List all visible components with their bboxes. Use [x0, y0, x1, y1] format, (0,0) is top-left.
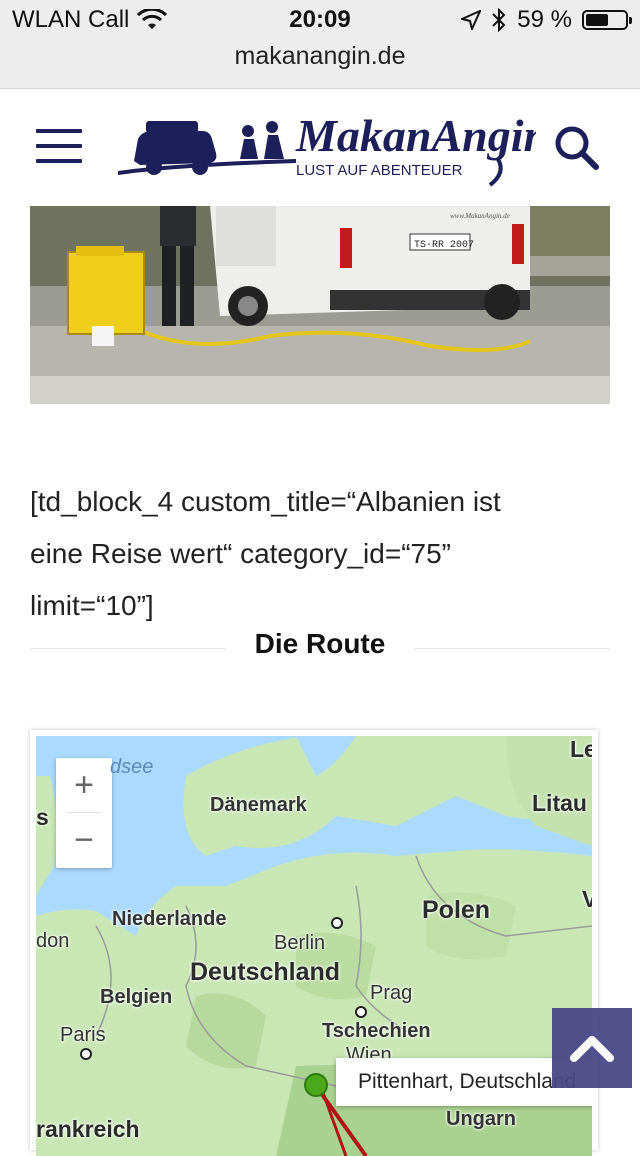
logo-tagline: LUST AUF ABENTEUER — [296, 162, 463, 179]
scroll-top-button[interactable] — [552, 1008, 632, 1088]
url-bar[interactable]: makanangin.de — [0, 42, 640, 71]
map-label-le: Le — [570, 736, 592, 762]
route-map[interactable]: + − dsee Dänemark Litau Le s V Niederlan… — [36, 736, 592, 1156]
zoom-in-button[interactable]: + — [56, 758, 112, 812]
site-logo[interactable]: MakanAngin LUST AUF ABENTEUER — [116, 103, 536, 193]
hero-image: TS·RR 2007 www.MakanAngin.de — [30, 206, 610, 404]
battery-icon — [582, 10, 632, 30]
map-label-berlin: Berlin — [274, 932, 326, 954]
van-text: www.MakanAngin.de — [450, 212, 510, 220]
map-label-nordsee: dsee — [110, 756, 154, 778]
section-heading: Die Route — [30, 624, 610, 670]
map-label-polen: Polen — [422, 896, 491, 924]
battery-percent: 59 % — [517, 6, 572, 33]
section-title: Die Route — [254, 628, 386, 659]
status-bar: WLAN Call 20:09 59 % makanangin.de — [0, 0, 640, 89]
map-label-deutschland: Deutschland — [190, 958, 341, 986]
map-label-s: s — [36, 804, 49, 830]
map-label-tschechien: Tschechien — [322, 1020, 431, 1042]
map-frame: + − dsee Dänemark Litau Le s V Niederlan… — [30, 730, 598, 1156]
map-label-daenemark: Dänemark — [210, 794, 307, 816]
map-label-belgien: Belgien — [100, 986, 173, 1008]
map-label-frankreich: rankreich — [36, 1116, 140, 1142]
map-label-litau: Litau — [532, 790, 587, 816]
zoom-out-button[interactable]: − — [56, 813, 112, 867]
bluetooth-icon — [492, 8, 506, 32]
chevron-up-icon — [570, 1036, 614, 1062]
map-label-prag: Prag — [370, 982, 413, 1004]
map-label-paris: Paris — [60, 1024, 106, 1046]
hamburger-icon[interactable] — [36, 129, 82, 163]
map-label-ungarn: Ungarn — [446, 1108, 516, 1130]
map-label-london: don — [36, 930, 70, 952]
site-header: MakanAngin LUST AUF ABENTEUER — [0, 89, 640, 205]
shortcode-line-2: eine Reise wert“ category_id=“75” — [30, 538, 451, 569]
search-icon[interactable] — [552, 123, 600, 171]
status-right: 59 % — [461, 6, 632, 34]
shortcode-line-1: [td_block_4 custom_title=“Albanien ist — [30, 486, 501, 517]
map-label-v: V — [582, 886, 592, 912]
location-arrow-icon — [461, 10, 482, 30]
logo-name: MakanAngin — [295, 110, 536, 161]
zoom-control: + − — [56, 758, 112, 868]
shortcode-text: [td_block_4 custom_title=“Albanien ist e… — [30, 476, 590, 632]
van-plate: TS·RR 2007 — [414, 240, 474, 251]
map-label-niederlande: Niederlande — [112, 908, 227, 930]
